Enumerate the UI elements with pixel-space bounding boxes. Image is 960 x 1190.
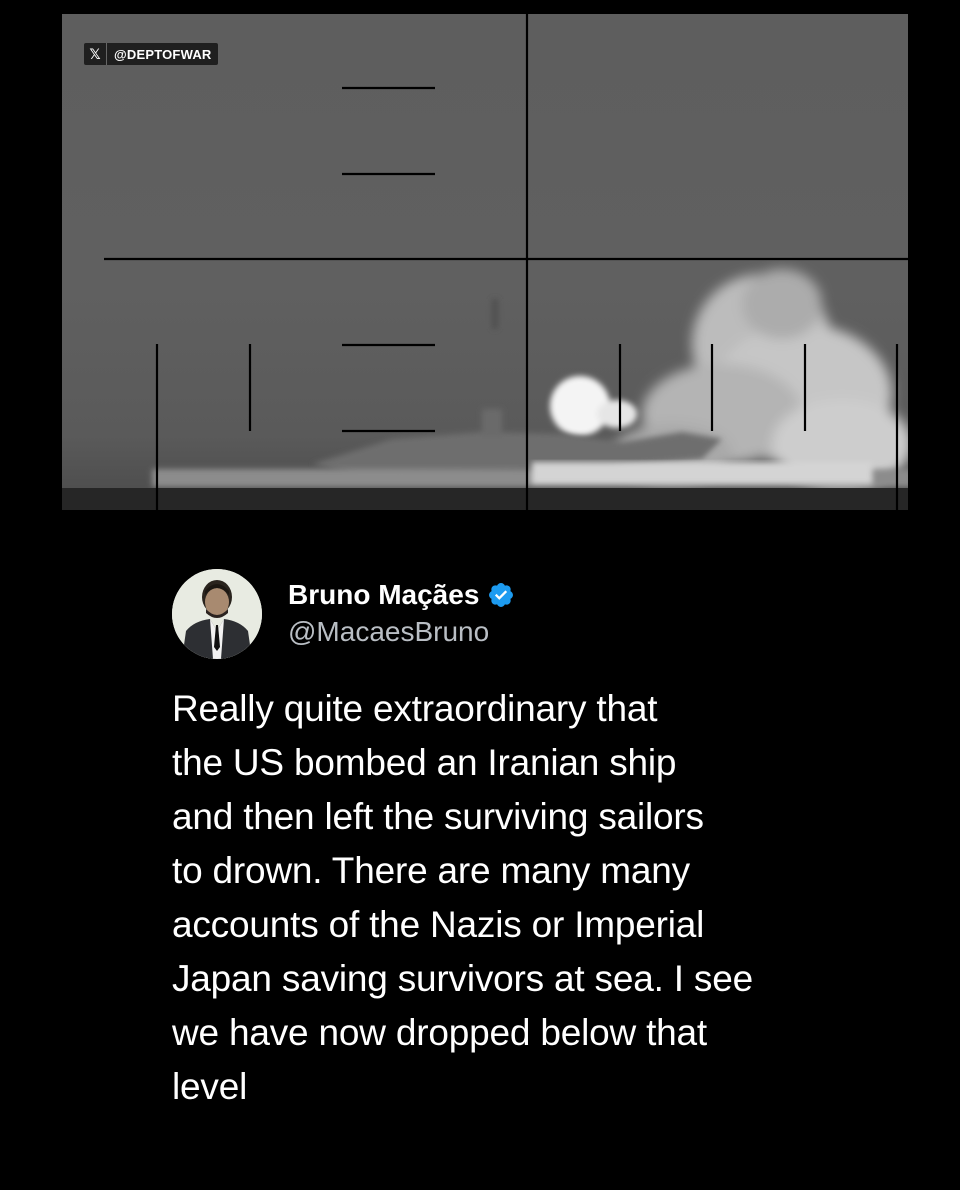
x-logo-icon: 𝕏 xyxy=(84,43,107,65)
source-watermark: 𝕏 @DEPTOFWAR xyxy=(84,43,218,65)
display-name[interactable]: Bruno Maçães xyxy=(288,578,479,612)
video-frame[interactable]: 𝕏 @DEPTOFWAR xyxy=(62,14,908,510)
watermark-handle: @DEPTOFWAR xyxy=(114,46,212,62)
author-info: Bruno Maçães @MacaesBruno xyxy=(288,578,515,650)
username[interactable]: @MacaesBruno xyxy=(288,614,515,650)
tweet-text: Really quite extraordinary that the US b… xyxy=(172,688,753,1107)
tweet-header: Bruno Maçães @MacaesBruno xyxy=(172,568,892,660)
tweet: Bruno Maçães @MacaesBruno Really quite e… xyxy=(172,568,892,1114)
verified-badge-icon xyxy=(489,583,514,607)
avatar-image xyxy=(172,569,262,659)
thermal-footage xyxy=(62,14,908,510)
name-row: Bruno Maçães xyxy=(288,578,515,612)
avatar[interactable] xyxy=(172,569,262,659)
